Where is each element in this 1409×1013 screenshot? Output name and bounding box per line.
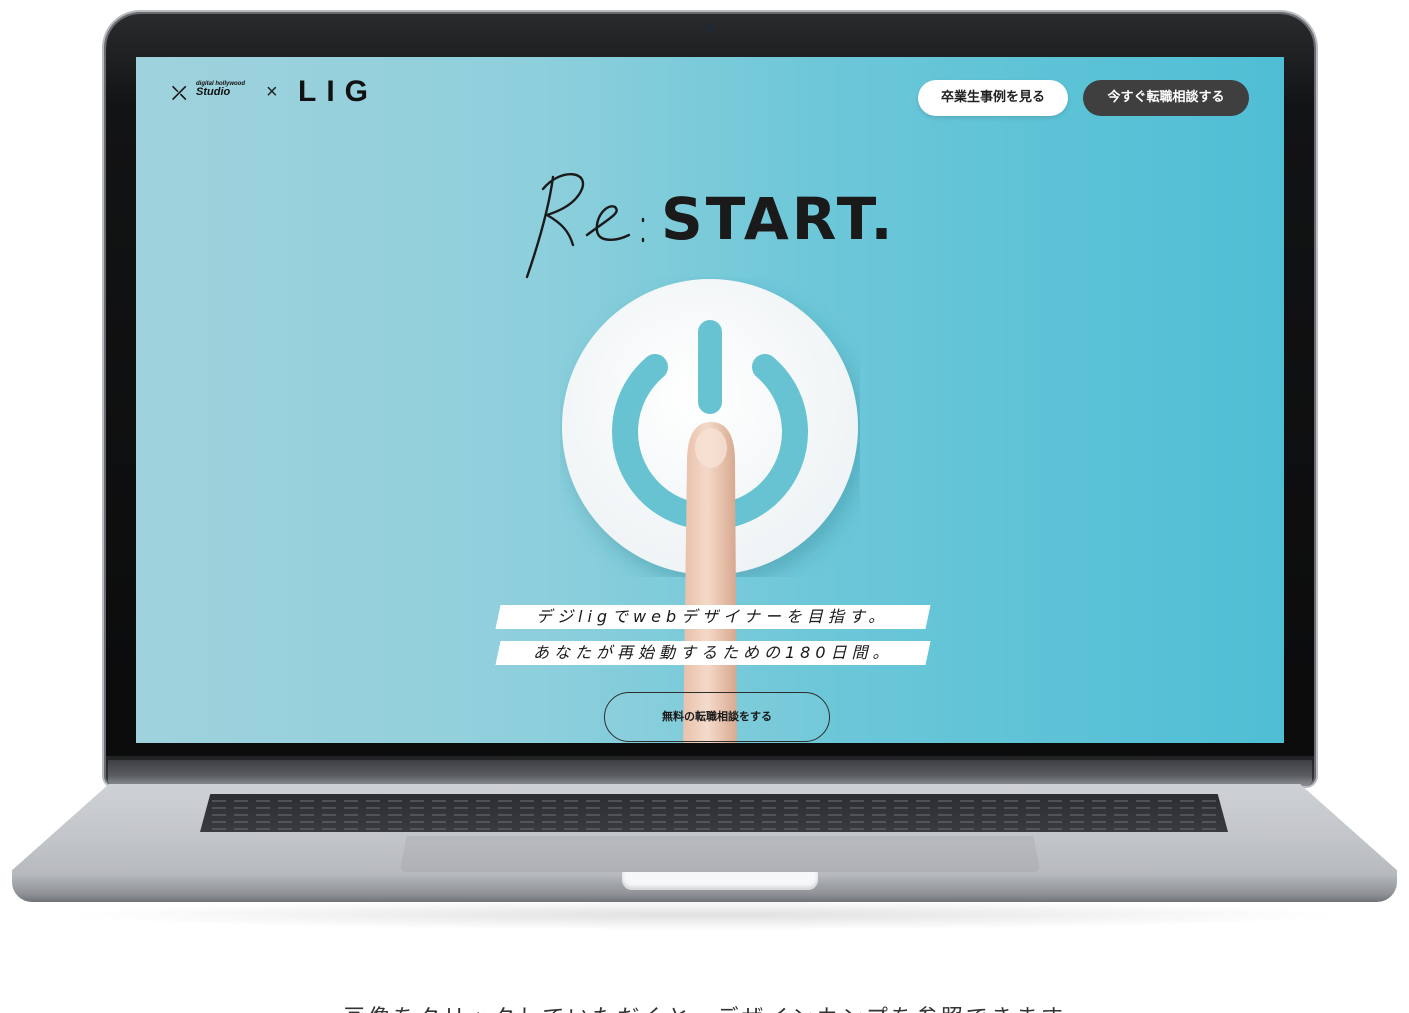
lig-logo[interactable]: LIG <box>298 75 378 109</box>
key-row <box>212 828 1216 830</box>
laptop-keyboard <box>200 794 1228 832</box>
laptop-hinge <box>108 760 1312 786</box>
view-graduate-cases-button[interactable]: 卒業生事例を見る <box>918 80 1068 116</box>
laptop-shadow <box>60 900 1350 930</box>
laptop-notch <box>622 872 818 890</box>
key-row <box>212 800 1216 802</box>
free-consultation-button[interactable]: 無料の転職相談をする <box>604 692 830 742</box>
website-screen: ⤫ digital hollywood Studio × LIG 卒業生事例を見… <box>136 57 1284 743</box>
key-row <box>212 807 1216 809</box>
caption-text: 画像をクリックしていただくと、デザインカンプを参照できます <box>0 1000 1409 1013</box>
hero-title: START. <box>521 157 921 287</box>
dhs-logo-text: digital hollywood Studio <box>196 81 245 98</box>
laptop-trackpad <box>400 836 1040 872</box>
digital-hollywood-logo[interactable]: ⤫ digital hollywood Studio <box>172 79 258 105</box>
re-script-title <box>525 173 645 279</box>
key-row <box>212 814 1216 816</box>
key-row <box>212 821 1216 823</box>
tagline-strip-1: デジligでwebデザイナーを目指す。 <box>495 605 931 629</box>
logo-separator: × <box>266 81 278 103</box>
camera-dot <box>706 24 714 32</box>
dhs-mark-icon: ⤫ <box>172 83 187 104</box>
start-title-text: START. <box>661 185 896 253</box>
laptop-mockup: ⤫ digital hollywood Studio × LIG 卒業生事例を見… <box>0 0 1409 1013</box>
tagline-strip-2: あなたが再始動するための180日間。 <box>495 641 931 665</box>
consult-now-button[interactable]: 今すぐ転職相談する <box>1083 80 1249 116</box>
